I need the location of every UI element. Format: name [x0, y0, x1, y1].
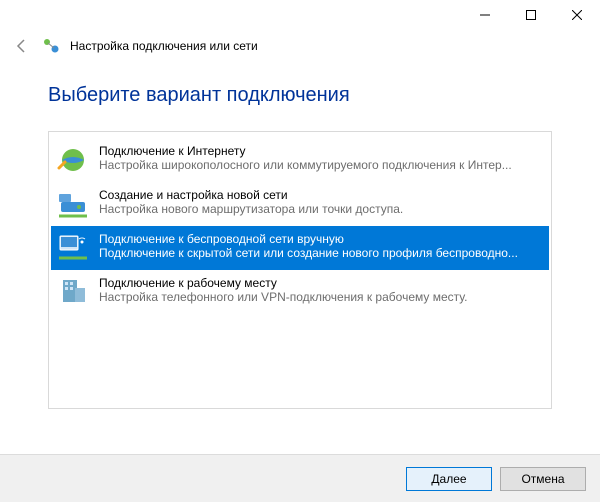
wireless-manual-icon	[57, 232, 89, 264]
close-button[interactable]	[554, 0, 600, 30]
minimize-button[interactable]	[462, 0, 508, 30]
option-subtitle: Настройка широкополосного или коммутируе…	[99, 158, 541, 172]
option-connect-internet[interactable]: Подключение к Интернету Настройка широко…	[51, 138, 549, 182]
router-icon	[57, 188, 89, 220]
page-heading: Выберите вариант подключения	[48, 84, 552, 107]
option-title: Подключение к рабочему месту	[99, 276, 541, 290]
workplace-icon	[57, 276, 89, 308]
window-title: Настройка подключения или сети	[70, 39, 258, 53]
connection-options-list: Подключение к Интернету Настройка широко…	[48, 131, 552, 409]
network-wizard-icon	[42, 37, 60, 55]
cancel-button[interactable]: Отмена	[500, 467, 586, 491]
option-manual-wireless[interactable]: Подключение к беспроводной сети вручную …	[51, 226, 549, 270]
option-title: Подключение к беспроводной сети вручную	[99, 232, 541, 246]
option-workplace[interactable]: Подключение к рабочему месту Настройка т…	[51, 270, 549, 314]
titlebar	[0, 0, 600, 32]
option-subtitle: Настройка нового маршрутизатора или точк…	[99, 202, 541, 216]
option-title: Подключение к Интернету	[99, 144, 541, 158]
header-bar: Настройка подключения или сети	[0, 32, 600, 64]
option-setup-network[interactable]: Создание и настройка новой сети Настройк…	[51, 182, 549, 226]
footer-bar: Далее Отмена	[0, 454, 600, 502]
back-button[interactable]	[12, 36, 32, 56]
option-subtitle: Подключение к скрытой сети или создание …	[99, 246, 541, 260]
globe-icon	[57, 144, 89, 176]
option-title: Создание и настройка новой сети	[99, 188, 541, 202]
next-button[interactable]: Далее	[406, 467, 492, 491]
option-subtitle: Настройка телефонного или VPN-подключени…	[99, 290, 541, 304]
content-area: Выберите вариант подключения Подключение…	[0, 64, 600, 409]
maximize-button[interactable]	[508, 0, 554, 30]
